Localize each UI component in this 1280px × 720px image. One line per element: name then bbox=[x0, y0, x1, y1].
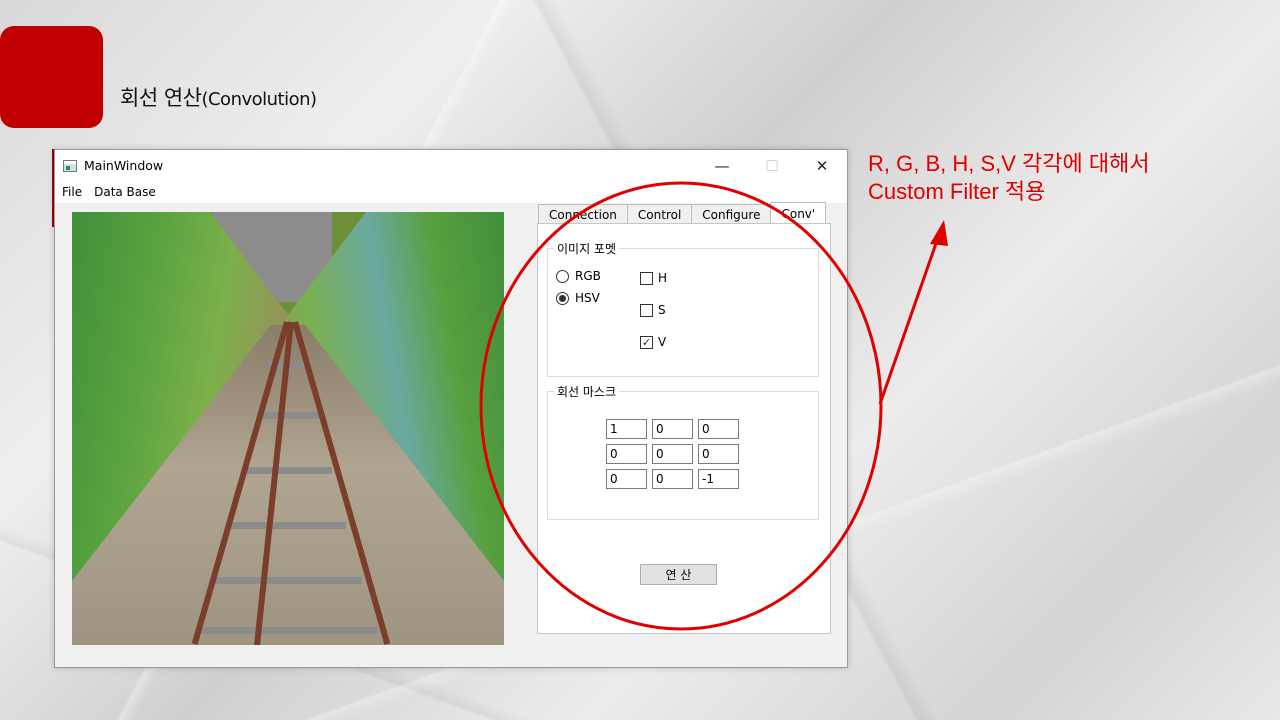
annotation-arrow-line bbox=[878, 231, 942, 405]
annotation-ellipse bbox=[479, 181, 883, 631]
annotation-line-1: R, G, B, H, S,V 각각에 대해서 bbox=[868, 151, 1150, 176]
annotation-overlay bbox=[479, 181, 948, 631]
annotation-line-2: Custom Filter 적용 bbox=[868, 179, 1046, 204]
annotation-arrow-head bbox=[930, 220, 948, 246]
annotation-text: R, G, B, H, S,V 각각에 대해서 Custom Filter 적용 bbox=[868, 150, 1150, 206]
